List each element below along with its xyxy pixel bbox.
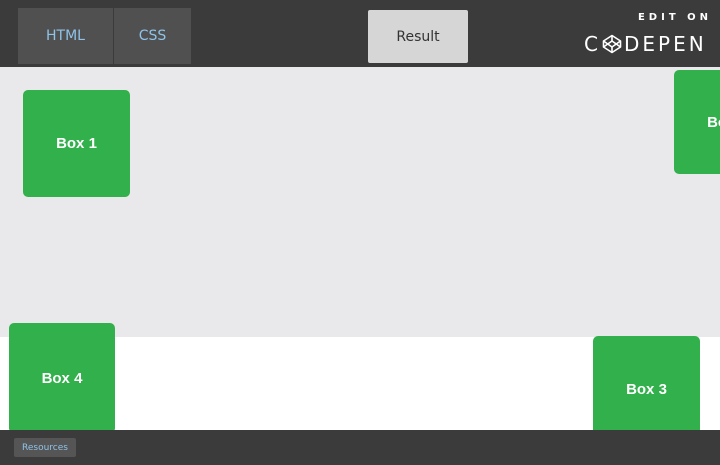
codepen-wordmark-c: C bbox=[584, 32, 601, 56]
box-2: Box 2 bbox=[674, 70, 720, 174]
codepen-wordmark: C DEPEN bbox=[584, 32, 707, 56]
box-4: Box 4 bbox=[9, 323, 115, 430]
codepen-logo-icon bbox=[602, 34, 622, 54]
tab-result[interactable]: Result bbox=[368, 10, 468, 63]
tab-html[interactable]: HTML bbox=[18, 8, 114, 64]
result-preview: Box 1 Box 2 Box 4 Box 3 bbox=[0, 67, 720, 430]
box-1: Box 1 bbox=[23, 90, 130, 197]
embed-footer: Resources bbox=[0, 430, 720, 465]
edit-on-codepen-link[interactable]: EDIT ON C DEPEN bbox=[580, 8, 720, 62]
codepen-wordmark-rest: DEPEN bbox=[623, 32, 707, 56]
embed-toolbar: HTML CSS Result EDIT ON C DEPEN bbox=[0, 0, 720, 67]
tab-css[interactable]: CSS bbox=[114, 8, 191, 64]
edit-on-label: EDIT ON bbox=[637, 12, 712, 23]
box-3: Box 3 bbox=[593, 336, 700, 430]
resources-button[interactable]: Resources bbox=[14, 438, 76, 457]
